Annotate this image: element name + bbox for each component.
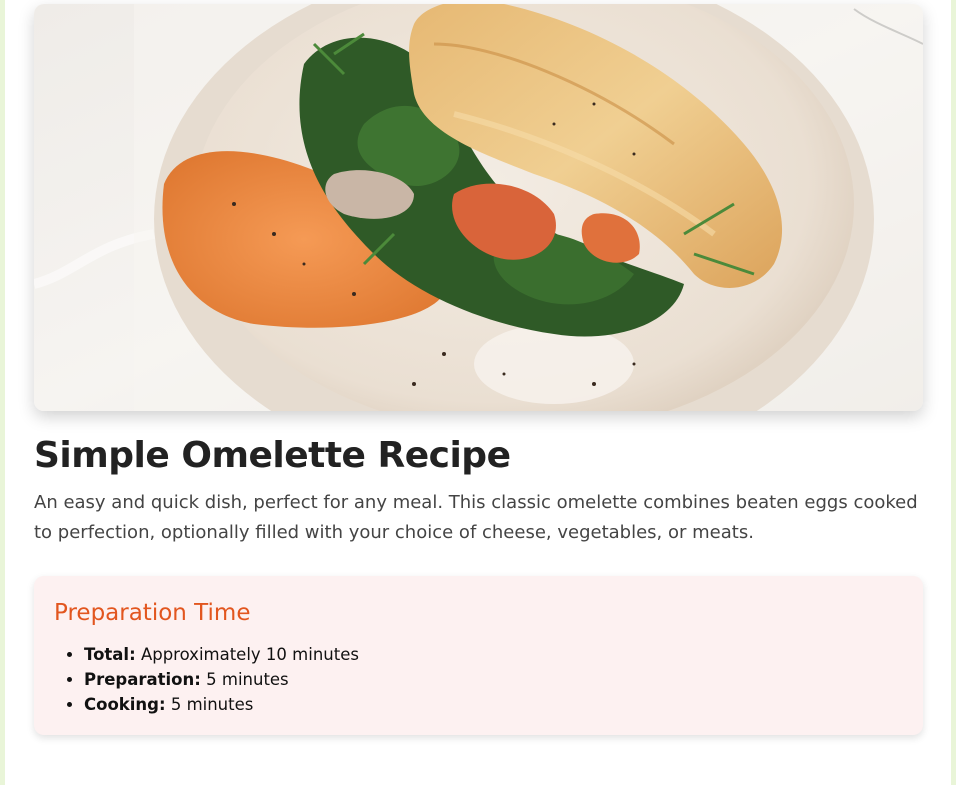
- preparation-time-list: Total: Approximately 10 minutes Preparat…: [64, 642, 359, 717]
- prep-item-value: 5 minutes: [206, 670, 289, 689]
- prep-item-value: Approximately 10 minutes: [140, 645, 359, 664]
- prep-item-label: Total:: [84, 645, 136, 664]
- omelette-photo: [34, 4, 923, 411]
- prep-item-total: Total: Approximately 10 minutes: [84, 642, 359, 667]
- recipe-description: An easy and quick dish, perfect for any …: [34, 492, 918, 543]
- page: Simple Omelette Recipe An easy and quick…: [5, 0, 951, 785]
- preparation-time-card: Preparation Time Total: Approximately 10…: [34, 576, 923, 735]
- prep-item-value: 5 minutes: [170, 695, 254, 714]
- prep-item-label: Preparation:: [84, 670, 201, 689]
- prep-item-preparation: Preparation: 5 minutes: [84, 667, 359, 692]
- recipe-title: Simple Omelette Recipe: [34, 435, 511, 476]
- prep-item-cooking: Cooking: 5 minutes: [84, 692, 359, 717]
- prep-item-label: Cooking:: [84, 695, 166, 714]
- preparation-time-title: Preparation Time: [54, 600, 251, 626]
